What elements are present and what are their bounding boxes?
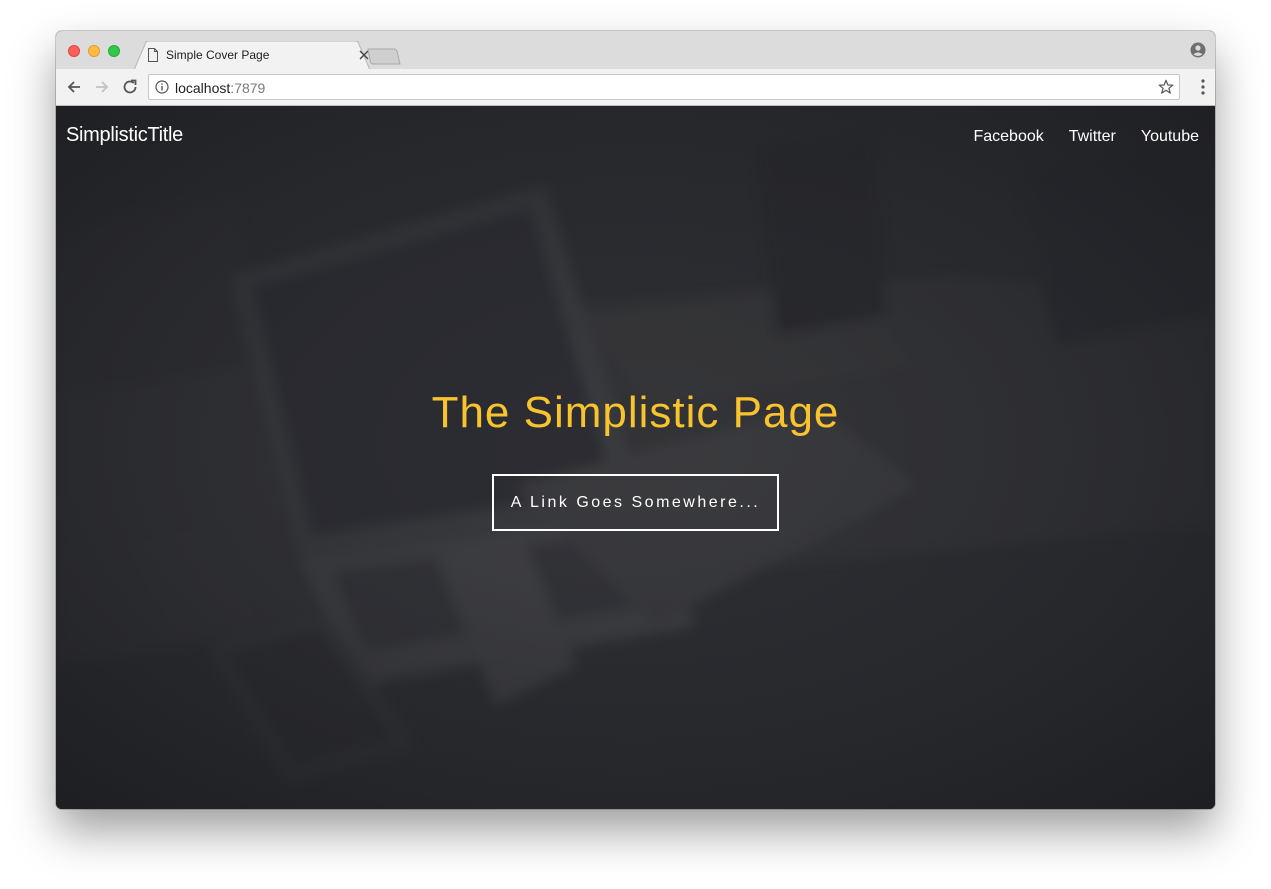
site-nav: Facebook Twitter Youtube — [948, 128, 1199, 146]
browser-toolbar: localhost:7879 — [56, 69, 1215, 106]
hero-title: The Simplistic Page — [431, 388, 840, 437]
nav-link-facebook[interactable]: Facebook — [973, 128, 1043, 146]
menu-icon[interactable] — [1201, 79, 1205, 95]
site-brand[interactable]: SimplisticTitle — [66, 124, 183, 147]
nav-link-youtube[interactable]: Youtube — [1141, 128, 1199, 146]
back-icon[interactable] — [64, 77, 84, 97]
cover-page: SimplisticTitle Facebook Twitter Youtube… — [56, 106, 1215, 809]
browser-window: Simple Cover Page localhost:7879 Simplis… — [56, 31, 1215, 809]
forward-icon[interactable] — [92, 77, 112, 97]
minimize-window-button[interactable] — [88, 45, 100, 57]
info-icon[interactable] — [155, 80, 169, 94]
new-tab-icon[interactable] — [367, 48, 401, 65]
star-icon[interactable] — [1158, 79, 1174, 95]
cta-link-button[interactable]: A Link Goes Somewhere... — [492, 474, 779, 531]
nav-link-twitter[interactable]: Twitter — [1069, 128, 1116, 146]
address-bar[interactable]: localhost:7879 — [148, 74, 1180, 100]
tab-strip: Simple Cover Page — [56, 31, 1215, 70]
document-icon — [148, 48, 158, 62]
reload-icon[interactable] — [120, 77, 140, 97]
close-window-button[interactable] — [68, 45, 80, 57]
url-text: localhost:7879 — [175, 80, 265, 96]
tab-title: Simple Cover Page — [166, 48, 270, 62]
url-host: localhost — [175, 80, 231, 96]
tab-simple-cover-page[interactable]: Simple Cover Page — [134, 41, 370, 70]
maximize-window-button[interactable] — [108, 45, 120, 57]
url-port: :7879 — [230, 80, 266, 96]
background-image — [56, 106, 1215, 809]
profile-icon[interactable] — [1190, 42, 1206, 58]
